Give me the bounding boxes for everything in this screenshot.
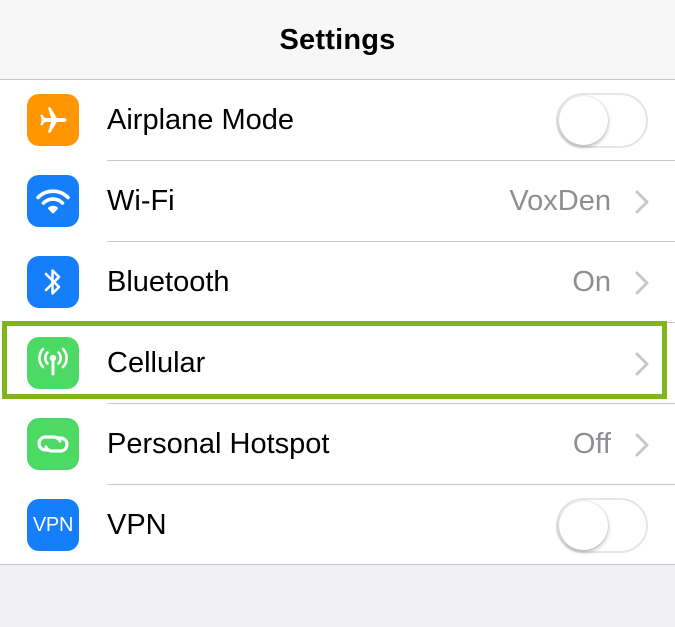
- toggle-knob: [559, 501, 608, 550]
- hotspot-link-icon: [27, 418, 79, 470]
- vpn-icon: VPN: [27, 499, 79, 551]
- personal-hotspot-status-value: Off: [572, 428, 611, 460]
- chevron-right-icon: [635, 271, 649, 295]
- airplane-icon: [27, 94, 79, 146]
- wifi-label: Wi-Fi: [107, 185, 175, 217]
- chevron-right-icon: [635, 352, 649, 376]
- airplane-mode-toggle[interactable]: [556, 93, 648, 148]
- wifi-icon: [27, 175, 79, 227]
- settings-row-bluetooth[interactable]: Bluetooth On: [0, 242, 675, 323]
- settings-list: Airplane Mode Wi-Fi VoxDen Bluetooth On …: [0, 80, 675, 565]
- settings-row-vpn[interactable]: VPN VPN: [0, 485, 675, 565]
- navigation-bar: Settings: [0, 0, 675, 80]
- chevron-right-icon: [635, 433, 649, 457]
- cellular-label: Cellular: [107, 347, 206, 379]
- bluetooth-icon: [27, 256, 79, 308]
- vpn-label: VPN: [107, 509, 167, 541]
- page-title: Settings: [279, 24, 396, 56]
- airplane-mode-label: Airplane Mode: [107, 104, 294, 136]
- settings-row-cellular[interactable]: Cellular: [0, 323, 675, 404]
- bluetooth-status-value: On: [572, 266, 611, 298]
- settings-row-wifi[interactable]: Wi-Fi VoxDen: [0, 161, 675, 242]
- vpn-toggle[interactable]: [556, 498, 648, 553]
- personal-hotspot-label: Personal Hotspot: [107, 428, 330, 460]
- vpn-icon-text: VPN: [32, 513, 74, 536]
- bluetooth-label: Bluetooth: [107, 266, 230, 298]
- wifi-network-value: VoxDen: [509, 185, 611, 217]
- chevron-right-icon: [635, 190, 649, 214]
- settings-row-airplane-mode[interactable]: Airplane Mode: [0, 80, 675, 161]
- cellular-antenna-icon: [27, 337, 79, 389]
- toggle-knob: [559, 96, 608, 145]
- settings-row-personal-hotspot[interactable]: Personal Hotspot Off: [0, 404, 675, 485]
